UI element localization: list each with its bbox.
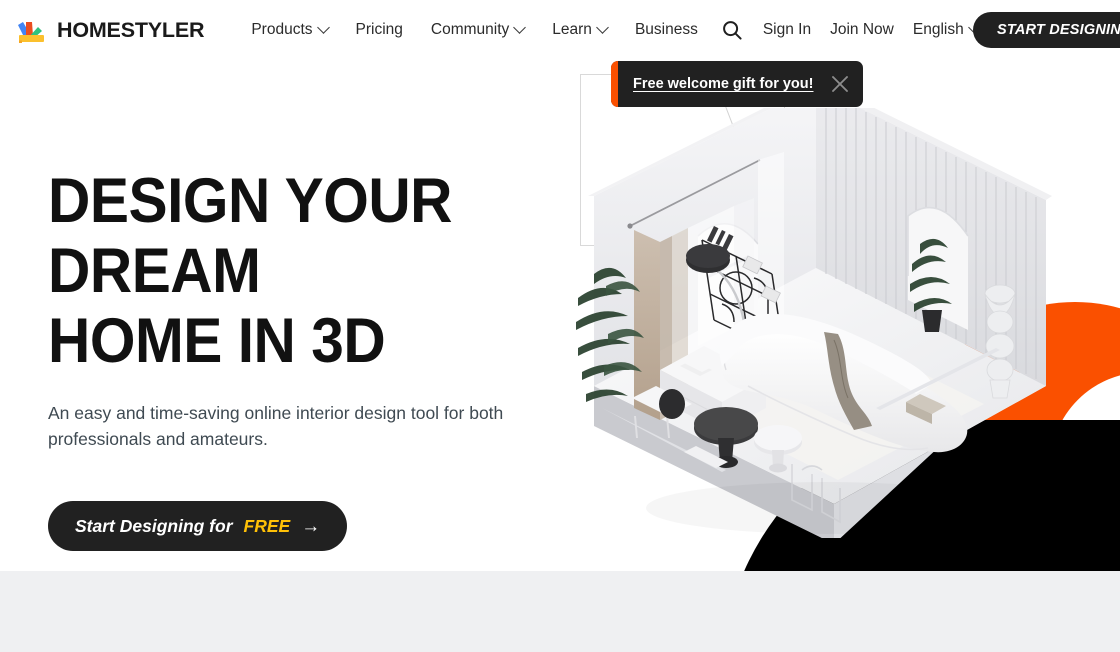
nav-item-pricing[interactable]: Pricing [356,21,403,39]
sign-in-link[interactable]: Sign In [763,21,811,39]
nav-links: Products Pricing Community Learn Busines… [251,20,698,39]
hero-section: HOMESTYLER Products Pricing Community Le… [0,0,1120,571]
start-designing-free-button[interactable]: Start Designing for FREE → [48,501,348,551]
nav-label-pricing: Pricing [355,21,403,38]
search-icon [722,21,742,40]
chevron-down-icon [316,20,330,34]
nav-label-business: Business [634,21,698,38]
cta-prefix-label: Start Designing for [75,515,233,536]
color-fan-logo-icon [18,22,44,43]
close-icon [832,76,848,92]
start-designing-button[interactable]: START DESIGNING → [973,12,1120,48]
cta-highlight-label: FREE [243,515,291,536]
free-gift-link[interactable]: Free welcome gift for you! [633,76,813,92]
nav-item-products[interactable]: Products [251,20,330,39]
banner-pointer-tail [716,61,736,71]
language-label: English [912,21,964,38]
nav-right-group: Sign In Join Now English [720,18,981,42]
nav-item-business[interactable]: Business [635,21,698,39]
nav-label-community: Community [430,21,510,38]
language-selector[interactable]: English [912,20,981,39]
search-button[interactable] [720,18,744,42]
page-title: DESIGN YOUR DREAM HOME IN 3D [48,166,453,376]
chevron-down-icon [513,20,527,34]
banner-accent-bar [611,61,618,107]
hero-copy: DESIGN YOUR DREAM HOME IN 3D An easy and… [48,166,668,551]
chevron-down-icon [596,20,609,34]
nav-item-learn[interactable]: Learn [552,20,609,39]
main-navigation: HOMESTYLER Products Pricing Community Le… [0,0,1120,60]
arrow-right-icon: → [301,515,321,537]
start-designing-label: START DESIGNING [997,22,1120,38]
join-now-link[interactable]: Join Now [830,21,894,39]
brand-logo[interactable]: HOMESTYLER [14,13,205,47]
homestyler-landing-page: HOMESTYLER Products Pricing Community Le… [0,0,1120,652]
next-section-placeholder [0,571,1120,652]
nav-label-learn: Learn [552,21,592,38]
free-gift-banner: Free welcome gift for you! [611,61,863,107]
close-banner-button[interactable] [829,73,851,95]
brand-name: HOMESTYLER [57,17,205,42]
nav-item-community[interactable]: Community [430,20,527,39]
nav-label-products: Products [251,21,313,38]
hero-subheadline: An easy and time-saving online interior … [48,403,504,449]
